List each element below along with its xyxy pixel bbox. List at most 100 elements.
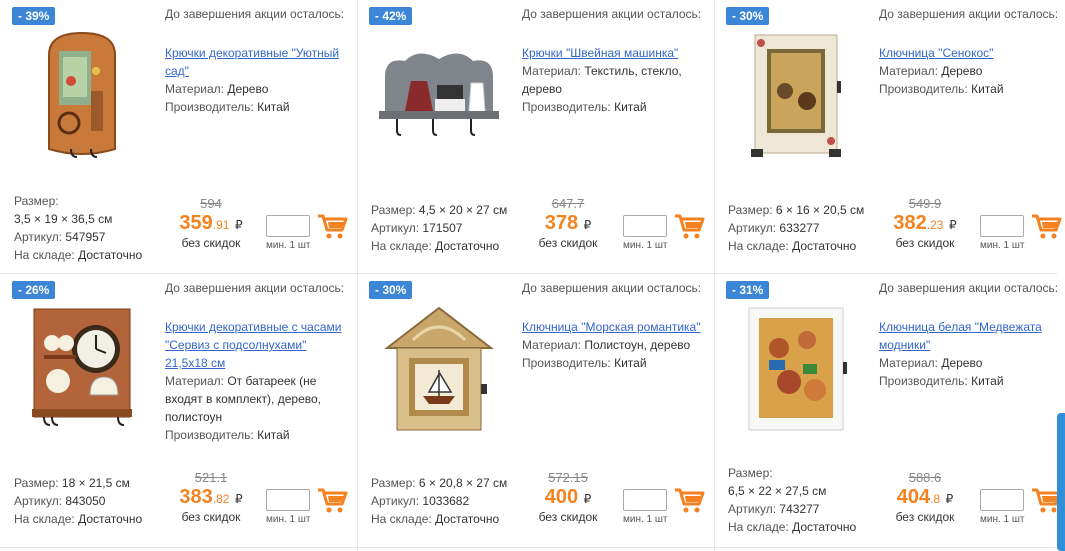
product-card: - 30% До завершения акции осталось: Ключ… — [714, 0, 1065, 273]
material-label: Материал: — [165, 82, 224, 96]
quantity-input-box — [980, 215, 1024, 237]
add-to-cart-icon[interactable] — [673, 486, 705, 514]
product-info: Крючки "Швейная машинка" Материал: Текст… — [522, 44, 707, 116]
article-value: 743277 — [779, 502, 820, 516]
promo-timer-label: До завершения акции осталось: — [879, 281, 1059, 295]
producer-value: Китай — [257, 100, 290, 114]
producer-row: Производитель: Китай — [165, 426, 350, 444]
product-image[interactable] — [726, 20, 866, 170]
size-label: Размер: — [14, 194, 59, 208]
product-title-link[interactable]: Крючки декоративные с часами "Сервиз с п… — [165, 318, 350, 372]
producer-row: Производитель: Китай — [879, 372, 1064, 390]
old-price: 549.9 — [908, 196, 942, 211]
product-title-link[interactable]: Крючки "Швейная машинка" — [522, 44, 707, 62]
currency-sign: ₽ — [234, 218, 243, 232]
size-value: 6,5 × 22 × 27,5 см — [728, 484, 827, 498]
material-label: Материал: — [522, 64, 581, 78]
currency-sign: ₽ — [234, 492, 243, 506]
stock-label: На складе: — [728, 239, 789, 253]
currency-sign: ₽ — [948, 218, 957, 232]
discount-badge: - 31% — [726, 281, 770, 299]
product-image[interactable] — [12, 294, 152, 444]
size-value: 6 × 16 × 20,5 см — [775, 203, 865, 217]
current-price: 378 ₽ — [533, 212, 603, 236]
size-value: 3,5 × 19 × 36,5 см — [14, 212, 113, 226]
producer-label: Производитель: — [165, 100, 254, 114]
producer-label: Производитель: — [522, 100, 611, 114]
product-title-link[interactable]: Крючки декоративные "Уютный сад" — [165, 44, 350, 80]
quantity-input[interactable] — [267, 490, 309, 510]
currency-sign: ₽ — [583, 218, 592, 232]
price-integer: 378 — [544, 212, 579, 234]
no-discount-note: без скидок — [538, 236, 598, 250]
currency-sign: ₽ — [945, 492, 954, 506]
no-discount-note: без скидок — [538, 510, 598, 524]
product-title-link[interactable]: Ключница "Морская романтика" — [522, 318, 707, 336]
size-value: 18 × 21,5 см — [61, 476, 130, 490]
quantity-input[interactable] — [267, 216, 309, 236]
size-value: 6 × 20,8 × 27 см — [418, 476, 508, 490]
quantity-input[interactable] — [981, 490, 1023, 510]
producer-row: Производитель: Китай — [522, 98, 707, 116]
add-to-cart-icon[interactable] — [316, 486, 348, 514]
side-scroll-tab[interactable] — [1057, 413, 1065, 551]
price-fraction: .8 — [930, 492, 941, 506]
price-fraction: .91 — [212, 218, 230, 232]
stock-label: На складе: — [371, 512, 432, 526]
add-to-cart-icon[interactable] — [673, 212, 705, 240]
article-label: Артикул: — [14, 230, 63, 244]
quantity-input[interactable] — [981, 216, 1023, 236]
stock-value: Достаточно — [78, 512, 143, 526]
current-price: 404.8 ₽ — [890, 486, 960, 510]
product-title-link[interactable]: Ключница "Сенокос" — [879, 44, 1064, 62]
current-price: 400 ₽ — [533, 486, 603, 510]
add-to-cart-icon[interactable] — [1030, 212, 1062, 240]
discount-badge: - 39% — [12, 7, 56, 25]
product-card: - 31% До завершения акции осталось: Ключ… — [714, 274, 1065, 547]
price-block: 572.15 400 ₽ без скидок — [533, 470, 603, 524]
material-label: Материал: — [879, 356, 938, 370]
min-quantity-note: мин. 1 шт — [266, 514, 311, 525]
current-price: 382.23 ₽ — [890, 212, 960, 236]
min-quantity-note: мин. 1 шт — [623, 240, 668, 251]
producer-value: Китай — [614, 356, 647, 370]
product-title-link[interactable]: Ключница белая "Медвежата модники" — [879, 318, 1064, 354]
article-label: Артикул: — [14, 494, 63, 508]
product-meta: Размер: 6,5 × 22 × 27,5 см Артикул: 7432… — [728, 464, 888, 536]
add-to-cart-icon[interactable] — [316, 212, 348, 240]
promo-timer-label: До завершения акции осталось: — [522, 281, 702, 295]
article-label: Артикул: — [728, 502, 777, 516]
product-meta: Размер: 3,5 × 19 × 36,5 см Артикул: 5479… — [14, 192, 174, 264]
producer-label: Производитель: — [879, 374, 968, 388]
producer-value: Китай — [971, 82, 1004, 96]
material-row: Материал: Текстиль, стекло, дерево — [522, 62, 707, 98]
material-row: Материал: Полистоун, дерево — [522, 336, 707, 354]
product-info: Крючки декоративные с часами "Сервиз с п… — [165, 318, 350, 444]
quantity-input[interactable] — [624, 216, 666, 236]
price-fraction: .82 — [212, 492, 230, 506]
product-image[interactable] — [12, 20, 152, 170]
producer-row: Производитель: Китай — [165, 98, 350, 116]
producer-label: Производитель: — [522, 356, 611, 370]
quantity-input-box — [980, 489, 1024, 511]
product-meta: Размер: 6 × 16 × 20,5 см Артикул: 633277… — [728, 201, 888, 255]
quantity-input[interactable] — [624, 490, 666, 510]
row-divider — [0, 547, 1057, 548]
product-image[interactable] — [369, 20, 509, 170]
price-block: 594 359.91 ₽ без скидок — [176, 196, 246, 250]
material-value: Дерево — [941, 64, 983, 78]
article-value: 171507 — [422, 221, 463, 235]
article-value: 633277 — [779, 221, 820, 235]
promo-timer-label: До завершения акции осталось: — [879, 7, 1059, 21]
product-image[interactable] — [726, 294, 866, 444]
producer-row: Производитель: Китай — [879, 80, 1064, 98]
no-discount-note: без скидок — [181, 510, 241, 524]
no-discount-note: без скидок — [895, 510, 955, 524]
size-label: Размер: — [14, 476, 59, 490]
material-label: Материал: — [879, 64, 938, 78]
product-image[interactable] — [369, 294, 509, 444]
price-integer: 359 — [179, 212, 213, 234]
material-row: Материал: Дерево — [165, 80, 350, 98]
price-fraction: .23 — [926, 218, 944, 232]
producer-row: Производитель: Китай — [522, 354, 707, 372]
